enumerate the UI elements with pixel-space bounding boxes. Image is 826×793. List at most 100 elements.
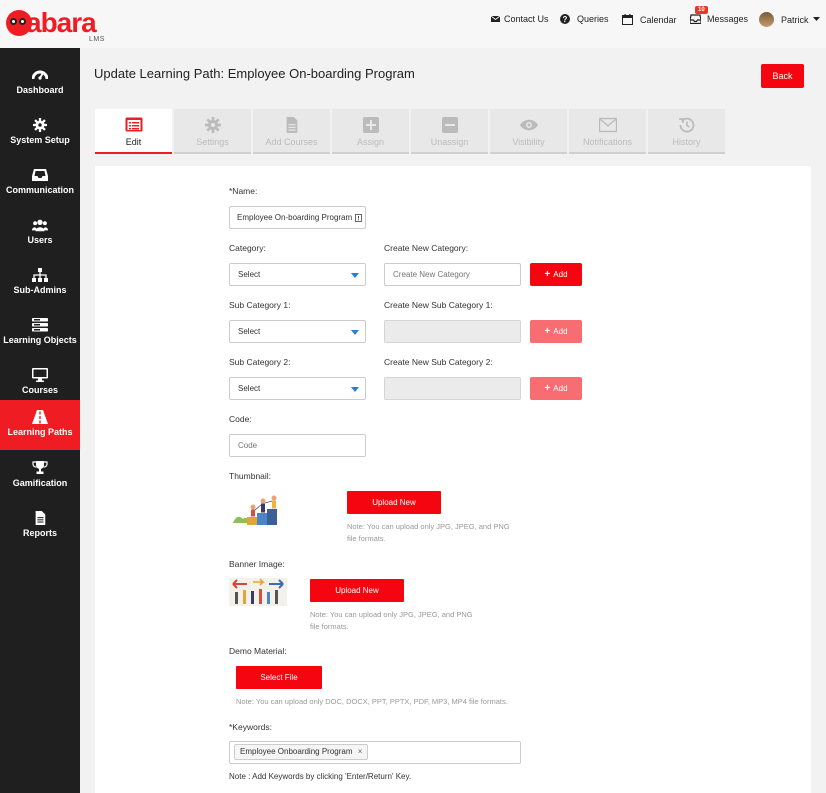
sidebar-item-sub-admins[interactable]: Sub-Admins xyxy=(0,258,80,308)
select-file-button[interactable]: Select File xyxy=(236,666,322,689)
add-label: Add xyxy=(553,384,568,393)
code-label: Code: xyxy=(229,414,252,424)
new-sub-category-1-label: Create New Sub Category 1: xyxy=(384,300,493,310)
caret-down-icon xyxy=(351,273,359,278)
inbox-icon xyxy=(690,14,701,24)
sidebar-item-system-setup[interactable]: System Setup xyxy=(0,108,80,158)
add-sub-category-1-button[interactable]: + Add xyxy=(530,320,582,343)
monitor-icon xyxy=(32,368,48,382)
add-label: Add xyxy=(553,270,568,279)
name-value: Employee On-boarding Program xyxy=(237,213,353,222)
calendar-link[interactable]: Calendar xyxy=(622,14,677,25)
tab-visibility[interactable]: Visibility xyxy=(490,109,567,154)
tab-label: Unassign xyxy=(430,137,469,147)
back-button[interactable]: Back xyxy=(761,64,804,88)
dashboard-icon xyxy=(32,70,48,80)
banner-image xyxy=(229,578,287,606)
contact-us-link[interactable]: Contact Us xyxy=(491,14,549,24)
contact-us-label: Contact Us xyxy=(504,14,549,24)
tab-notifications[interactable]: Notifications xyxy=(569,109,646,154)
plus-square-icon xyxy=(362,117,379,133)
tab-assign[interactable]: Assign xyxy=(332,109,409,154)
name-input[interactable]: Employee On-boarding Program xyxy=(229,206,366,229)
sidebar-item-reports[interactable]: Reports xyxy=(0,501,80,551)
tab-settings[interactable]: Settings xyxy=(174,109,251,154)
sidebar-item-gamification[interactable]: Gamification xyxy=(0,451,80,501)
sidebar-item-communication[interactable]: Communication xyxy=(0,158,80,208)
new-sub-category-1-input xyxy=(384,320,521,343)
queries-label: Queries xyxy=(577,14,609,24)
question-icon: ? xyxy=(560,14,570,24)
note-line: file formats. xyxy=(310,622,349,631)
gear-icon xyxy=(33,118,47,132)
category-select[interactable]: Select xyxy=(229,263,366,286)
sidebar-item-label: Dashboard xyxy=(16,85,64,95)
sidebar-item-label: Communication xyxy=(5,185,74,195)
sidebar-item-label: Courses xyxy=(21,385,58,395)
tab-label: Assign xyxy=(356,137,384,147)
sub-category-1-label: Sub Category 1: xyxy=(229,300,291,310)
sidebar-item-learning-objects[interactable]: Learning Objects xyxy=(0,308,80,358)
new-category-label: Create New Category: xyxy=(384,243,469,253)
svg-text:?: ? xyxy=(563,15,568,24)
sub-category-2-select[interactable]: Select xyxy=(229,377,366,400)
tab-history[interactable]: History xyxy=(648,109,725,154)
users-icon xyxy=(32,219,48,232)
note-line: file formats. xyxy=(347,534,386,543)
category-selected: Select xyxy=(238,270,261,279)
page-title: Update Learning Path: Employee On-boardi… xyxy=(94,66,415,81)
tab-label: History xyxy=(672,137,701,147)
demo-material-label: Demo Material: xyxy=(229,646,287,656)
thumbnail-label: Thumbnail: xyxy=(229,471,272,481)
thumbnail-note: Note: You can upload only JPG, JPEG, and… xyxy=(347,521,510,545)
sidebar: Dashboard System Setup Communication Use… xyxy=(0,48,80,793)
note-line: Note: You can upload only JPG, JPEG, and… xyxy=(310,610,473,619)
sidebar-item-dashboard[interactable]: Dashboard xyxy=(0,58,80,108)
user-menu[interactable]: Patrick xyxy=(759,12,820,27)
tab-label: Add Courses xyxy=(265,137,318,147)
tab-label: Visibility xyxy=(512,137,545,147)
thumbnail-image xyxy=(229,493,287,527)
alert-icon xyxy=(355,214,362,222)
messages-link[interactable]: Messages xyxy=(690,14,748,24)
user-name: Patrick xyxy=(781,14,809,25)
tab-add-courses[interactable]: Add Courses xyxy=(253,109,330,154)
tab-label: Settings xyxy=(196,137,229,147)
sidebar-item-label: Sub-Admins xyxy=(13,285,67,295)
edit-list-icon xyxy=(125,117,142,132)
demo-note: Note: You can upload only DOC, DOCX, PPT… xyxy=(236,697,508,706)
sub-category-1-selected: Select xyxy=(238,327,261,336)
plus-icon: + xyxy=(544,326,551,337)
avatar xyxy=(759,12,774,27)
brand-sub: LMS xyxy=(89,36,105,43)
caret-down-icon xyxy=(812,17,820,21)
sidebar-item-label: Users xyxy=(27,235,53,245)
abara-logo[interactable]: abara LMS xyxy=(4,6,114,44)
tab-edit[interactable]: Edit xyxy=(95,109,172,154)
tab-label: Edit xyxy=(125,137,142,147)
document-icon xyxy=(286,117,297,133)
sidebar-item-label: Learning Objects xyxy=(3,335,77,345)
tab-unassign[interactable]: Unassign xyxy=(411,109,488,154)
envelope-icon xyxy=(491,15,500,22)
keyword-chip-label: Employee Onboarding Program xyxy=(240,747,353,756)
add-sub-category-2-button[interactable]: + Add xyxy=(530,377,582,400)
sidebar-item-users[interactable]: Users xyxy=(0,208,80,258)
sidebar-item-learning-paths[interactable]: Learning Paths xyxy=(0,400,80,450)
remove-keyword-icon[interactable]: × xyxy=(358,747,363,756)
code-input[interactable] xyxy=(229,434,366,457)
name-label: *Name: xyxy=(229,186,258,196)
add-label: Add xyxy=(553,327,568,336)
keywords-note: Note : Add Keywords by clicking 'Enter/R… xyxy=(229,772,412,781)
messages-label: Messages xyxy=(707,14,749,24)
road-icon xyxy=(32,410,48,424)
queries-link[interactable]: ? Queries xyxy=(560,14,609,24)
upload-thumbnail-button[interactable]: Upload New xyxy=(347,491,441,514)
add-category-button[interactable]: + Add xyxy=(530,263,582,286)
sub-category-1-select[interactable]: Select xyxy=(229,320,366,343)
sidebar-item-label: System Setup xyxy=(10,135,70,145)
plus-icon: + xyxy=(544,383,551,394)
brand-name: abara xyxy=(26,7,97,38)
upload-banner-button[interactable]: Upload New xyxy=(310,579,404,602)
new-category-input[interactable] xyxy=(384,263,521,286)
